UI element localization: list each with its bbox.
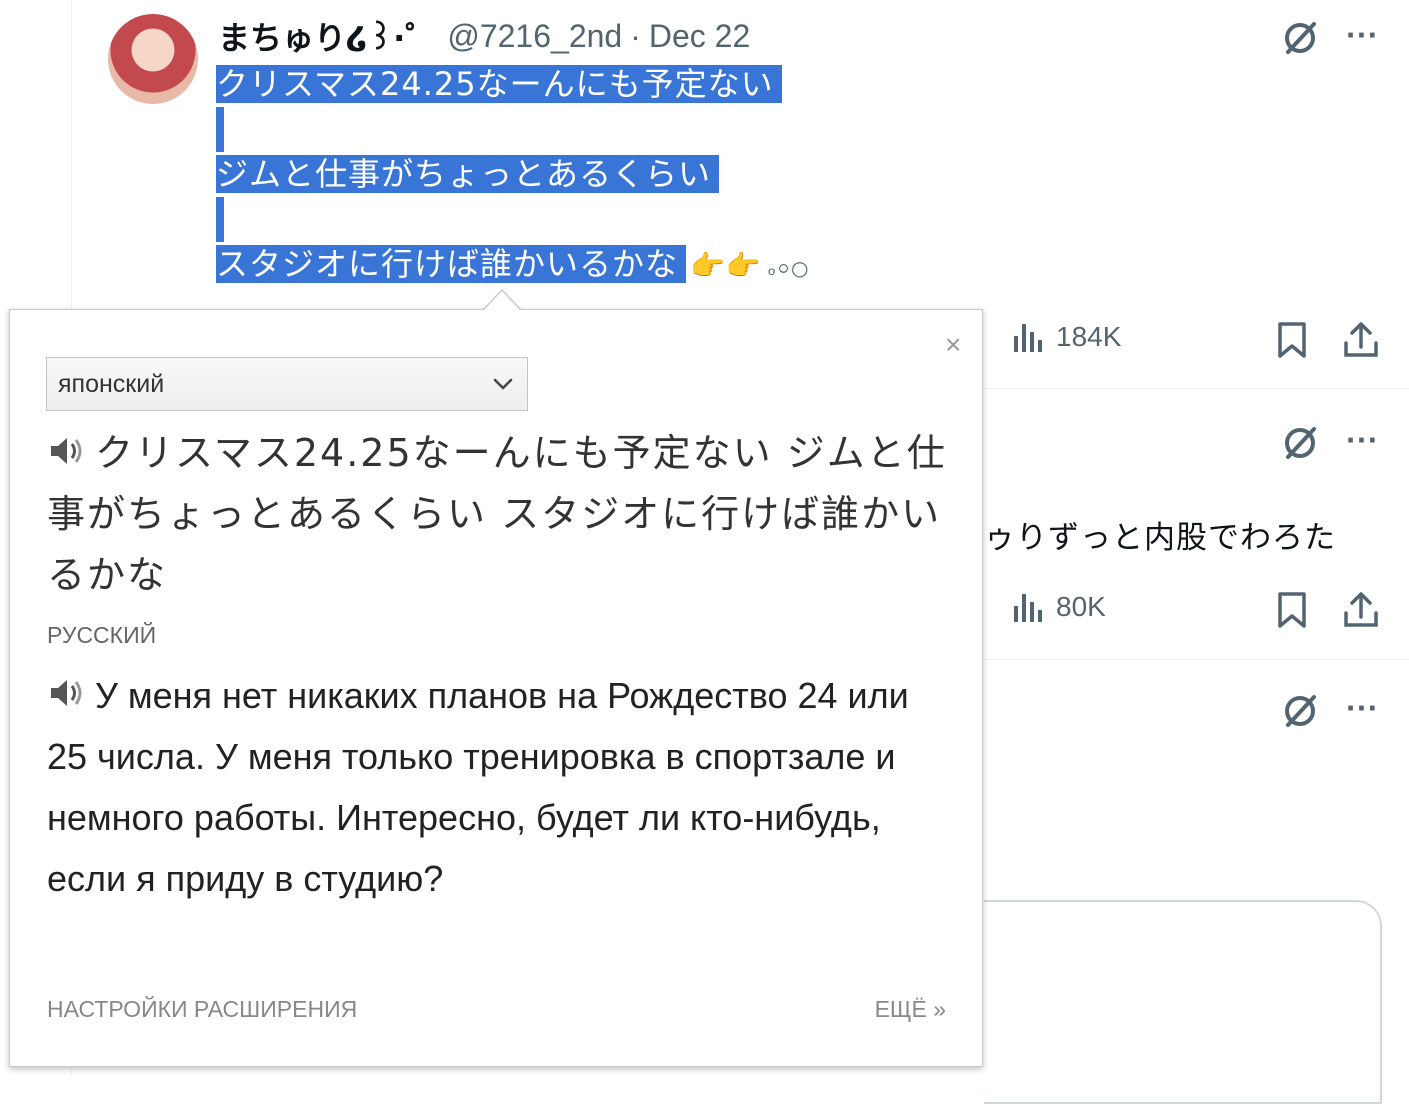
separator: · [630,17,641,54]
more-icon[interactable]: ··· [1340,687,1384,731]
tweet-text-line: スタジオに行けば誰かいるかな 👉👉 ₒ০○ [216,245,810,283]
views-label: 184K [1056,321,1122,352]
extension-settings-link[interactable]: НАСТРОЙКИ РАСШИРЕНИЯ [47,996,357,1023]
media-card[interactable] [984,900,1382,1104]
source-text-block: クリスマス24.25なーんにも予定ない ジムと仕事がちょっとあるくらい スタジオ… [47,423,947,606]
tweet-text-partial: ゥりずっと内股でわろた [984,520,1336,556]
bookmark-icon[interactable] [1270,318,1314,362]
speaker-icon[interactable] [47,431,87,471]
bookmark-icon[interactable] [1270,588,1314,632]
source-text: クリスマス24.25なーんにも予定ない ジムと仕事がちょっとあるくらい スタジオ… [47,431,947,597]
views-count[interactable]: 80K [1012,590,1106,624]
selection-gap [216,197,224,242]
target-language-label: РУССКИЙ [47,622,157,648]
translated-text-block: У меня нет никаких планов на Рождество 2… [47,665,952,909]
translated-text: У меня нет никаких планов на Рождество 2… [47,675,909,899]
share-icon[interactable] [1339,588,1383,632]
pointing-emoji: 👉👉 [690,249,762,282]
views-icon [1014,324,1042,352]
views-count[interactable]: 184K [1012,320,1121,354]
source-language-select[interactable]: японский [46,357,528,411]
source-language-value: японский [58,369,165,398]
tweet-text-line: クリスマス24.25なーんにも予定ない [216,62,782,107]
tweet-text-line: ジムと仕事がちょっとあるくらい [216,152,720,197]
grok-icon[interactable] [1278,689,1322,733]
more-icon[interactable]: ··· [1340,14,1384,58]
tweet-divider [984,659,1409,660]
tweet-divider [984,388,1409,389]
more-icon[interactable]: ··· [1340,419,1384,463]
speaker-icon[interactable] [47,673,87,713]
chevron-down-icon [493,378,513,390]
tweet-header: まちゅり໒꒱·゜ @7216_2nd · Dec 22 [218,14,750,58]
tweet-date[interactable]: Dec 22 [649,18,750,55]
grok-icon[interactable] [1278,16,1322,60]
author-name[interactable]: まちゅり໒꒱·゜ [218,13,437,59]
bubbles-text: ₒ০○ [767,256,810,280]
avatar[interactable] [108,14,198,104]
close-button[interactable]: × [945,329,961,361]
translator-popup: × японский クリスマス24.25なーんにも予定ない ジムと仕事がちょっ… [9,309,983,1067]
grok-icon[interactable] [1278,421,1322,465]
share-icon[interactable] [1339,318,1383,362]
selection-gap [216,107,224,152]
views-icon [1014,594,1042,622]
author-handle[interactable]: @7216_2nd [447,18,622,55]
views-label: 80K [1056,591,1106,622]
popup-arrow-fill [484,291,520,310]
more-link[interactable]: ЕЩЁ » [875,996,946,1023]
